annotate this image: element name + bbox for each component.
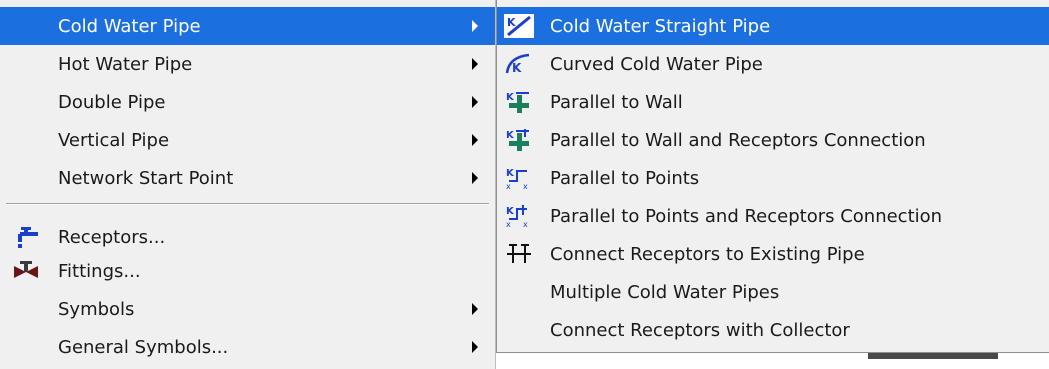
submenu-item-parallel-to-points[interactable]: K x x Parallel to Points: [497, 159, 1049, 197]
submenu-arrow-icon: [472, 303, 478, 315]
submenu-cold-water-pipe: K Cold Water Straight Pipe K Curved Cold…: [496, 0, 1049, 353]
menu-item-label: Symbols: [58, 298, 135, 320]
parallel-wall-receptors-icon: K: [506, 129, 529, 151]
valve-icon: [14, 261, 38, 278]
submenu-item-curved-cold-water-pipe[interactable]: K Curved Cold Water Pipe: [497, 45, 1049, 83]
menu-item-double-pipe[interactable]: Double Pipe: [0, 83, 495, 121]
submenu-item-connect-receptors-existing[interactable]: Connect Receptors to Existing Pipe: [497, 235, 1049, 273]
submenu-item-parallel-to-points-receptors[interactable]: K x x Parallel to Points and Receptors C…: [497, 197, 1049, 235]
menu-item-label: Parallel to Wall: [550, 91, 683, 113]
submenu-item-parallel-to-wall-receptors[interactable]: K Parallel to Wall and Receptors Connect…: [497, 121, 1049, 159]
menu-item-fittings[interactable]: Fittings...: [0, 252, 495, 290]
svg-text:K: K: [512, 61, 522, 75]
menu-item-general-symbols[interactable]: General Symbols...: [0, 328, 495, 366]
context-menu: Cold Water Pipe Hot Water Pipe Double Pi…: [0, 0, 496, 369]
parallel-points-icon: K x x: [506, 168, 528, 191]
menu-item-label: Multiple Cold Water Pipes: [550, 281, 780, 303]
submenu-item-connect-receptors-collector[interactable]: Connect Receptors with Collector: [497, 311, 1049, 349]
svg-text:K: K: [506, 130, 515, 141]
submenu-arrow-icon: [472, 58, 478, 70]
connect-existing-pipe-icon: [507, 244, 531, 263]
menu-item-label: Parallel to Wall and Receptors Connectio…: [550, 129, 926, 151]
svg-text:K: K: [506, 92, 515, 103]
menu-item-vertical-pipe[interactable]: Vertical Pipe: [0, 121, 495, 159]
curved-pipe-icon: K: [505, 53, 530, 75]
background-element: [868, 353, 998, 359]
menu-item-label: Fittings...: [58, 260, 141, 282]
submenu-item-parallel-to-wall[interactable]: K Parallel to Wall: [497, 83, 1049, 121]
svg-text:x: x: [523, 182, 528, 191]
menu-item-label: Network Start Point: [58, 167, 234, 189]
menu-item-label: General Symbols...: [58, 336, 229, 358]
parallel-points-receptors-icon: K x x: [506, 205, 528, 229]
menu-item-label: Parallel to Points and Receptors Connect…: [550, 205, 943, 227]
menu-item-label: Parallel to Points: [550, 167, 700, 189]
submenu-arrow-icon: [472, 172, 478, 184]
menu-item-label: Cold Water Straight Pipe: [550, 15, 771, 37]
menu-item-label: Double Pipe: [58, 91, 166, 113]
submenu-item-multiple-cold-water-pipes[interactable]: Multiple Cold Water Pipes: [497, 273, 1049, 311]
svg-text:K: K: [507, 16, 516, 29]
menu-item-label: Curved Cold Water Pipe: [550, 53, 763, 75]
svg-text:K: K: [506, 168, 515, 179]
menu-item-symbols[interactable]: Symbols: [0, 290, 495, 328]
menu-item-hot-water-pipe[interactable]: Hot Water Pipe: [0, 45, 495, 83]
menu-item-label: Hot Water Pipe: [58, 53, 193, 75]
menu-item-label: Connect Receptors to Existing Pipe: [550, 243, 865, 265]
svg-text:x: x: [506, 220, 511, 229]
menu-item-label: Connect Receptors with Collector: [550, 319, 850, 341]
svg-text:x: x: [523, 220, 528, 229]
svg-text:K: K: [506, 206, 515, 217]
menu-item-receptors[interactable]: Receptors...: [0, 218, 495, 256]
menu-item-label: Receptors...: [58, 226, 166, 248]
menu-separator: [6, 203, 489, 205]
submenu-arrow-icon: [472, 20, 478, 32]
menu-item-label: Cold Water Pipe: [58, 15, 201, 37]
submenu-item-cold-water-straight-pipe[interactable]: K Cold Water Straight Pipe: [497, 7, 1049, 45]
submenu-arrow-icon: [472, 341, 478, 353]
svg-text:x: x: [506, 182, 511, 191]
submenu-arrow-icon: [472, 96, 478, 108]
menu-item-cold-water-pipe[interactable]: Cold Water Pipe: [0, 7, 495, 45]
menu-item-label: Vertical Pipe: [58, 129, 170, 151]
straight-pipe-icon: K: [504, 14, 534, 38]
submenu-arrow-icon: [472, 134, 478, 146]
menu-item-network-start-point[interactable]: Network Start Point: [0, 159, 495, 197]
tap-icon: [18, 227, 38, 248]
parallel-wall-icon: K: [506, 92, 529, 113]
